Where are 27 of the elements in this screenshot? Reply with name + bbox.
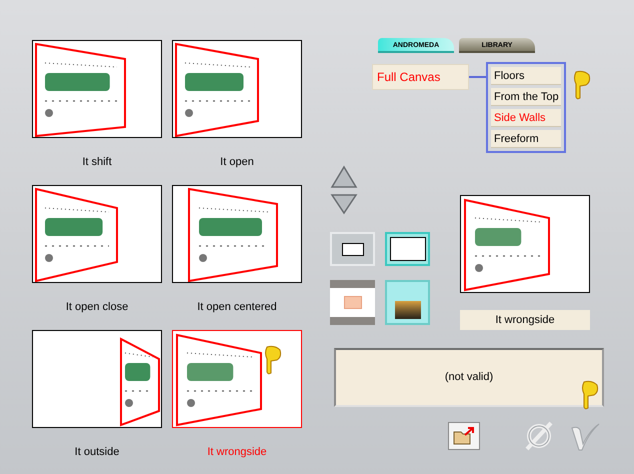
preview-label: It wrongside: [460, 310, 590, 330]
down-arrow-button[interactable]: [330, 193, 358, 215]
landscape-image-placeholder: [394, 301, 420, 319]
pointing-hand-icon: [580, 380, 600, 410]
message-text: (not valid): [444, 370, 494, 386]
up-arrow-button[interactable]: [330, 165, 358, 189]
preset-label: It open close: [66, 300, 128, 314]
preset-label: It shift: [82, 155, 112, 169]
perspective-thumbnail-button[interactable]: [385, 280, 430, 325]
preset-thumbnail[interactable]: [32, 40, 162, 138]
pattern-button[interactable]: [330, 280, 375, 325]
folder-button[interactable]: [448, 422, 480, 450]
preset-label: It wrongside: [207, 445, 267, 459]
submenu-item[interactable]: Floors: [491, 67, 561, 85]
submenu-item[interactable]: Freeform: [491, 130, 561, 148]
preset-thumbnail[interactable]: [32, 185, 162, 283]
submenu-item[interactable]: From the Top: [491, 88, 561, 106]
preset-label: It outside: [74, 445, 120, 459]
pointing-hand-icon: [263, 345, 283, 375]
preset-label: It open centered: [197, 300, 277, 314]
preset-thumbnail[interactable]: [172, 185, 302, 283]
preset-thumbnail[interactable]: [172, 40, 302, 138]
pointing-hand-icon: [572, 70, 592, 100]
preset-label: It open: [220, 155, 254, 169]
preset-thumbnail[interactable]: [32, 330, 162, 428]
frame-size-button[interactable]: [385, 232, 430, 266]
preset-thumbnail[interactable]: [172, 330, 302, 428]
